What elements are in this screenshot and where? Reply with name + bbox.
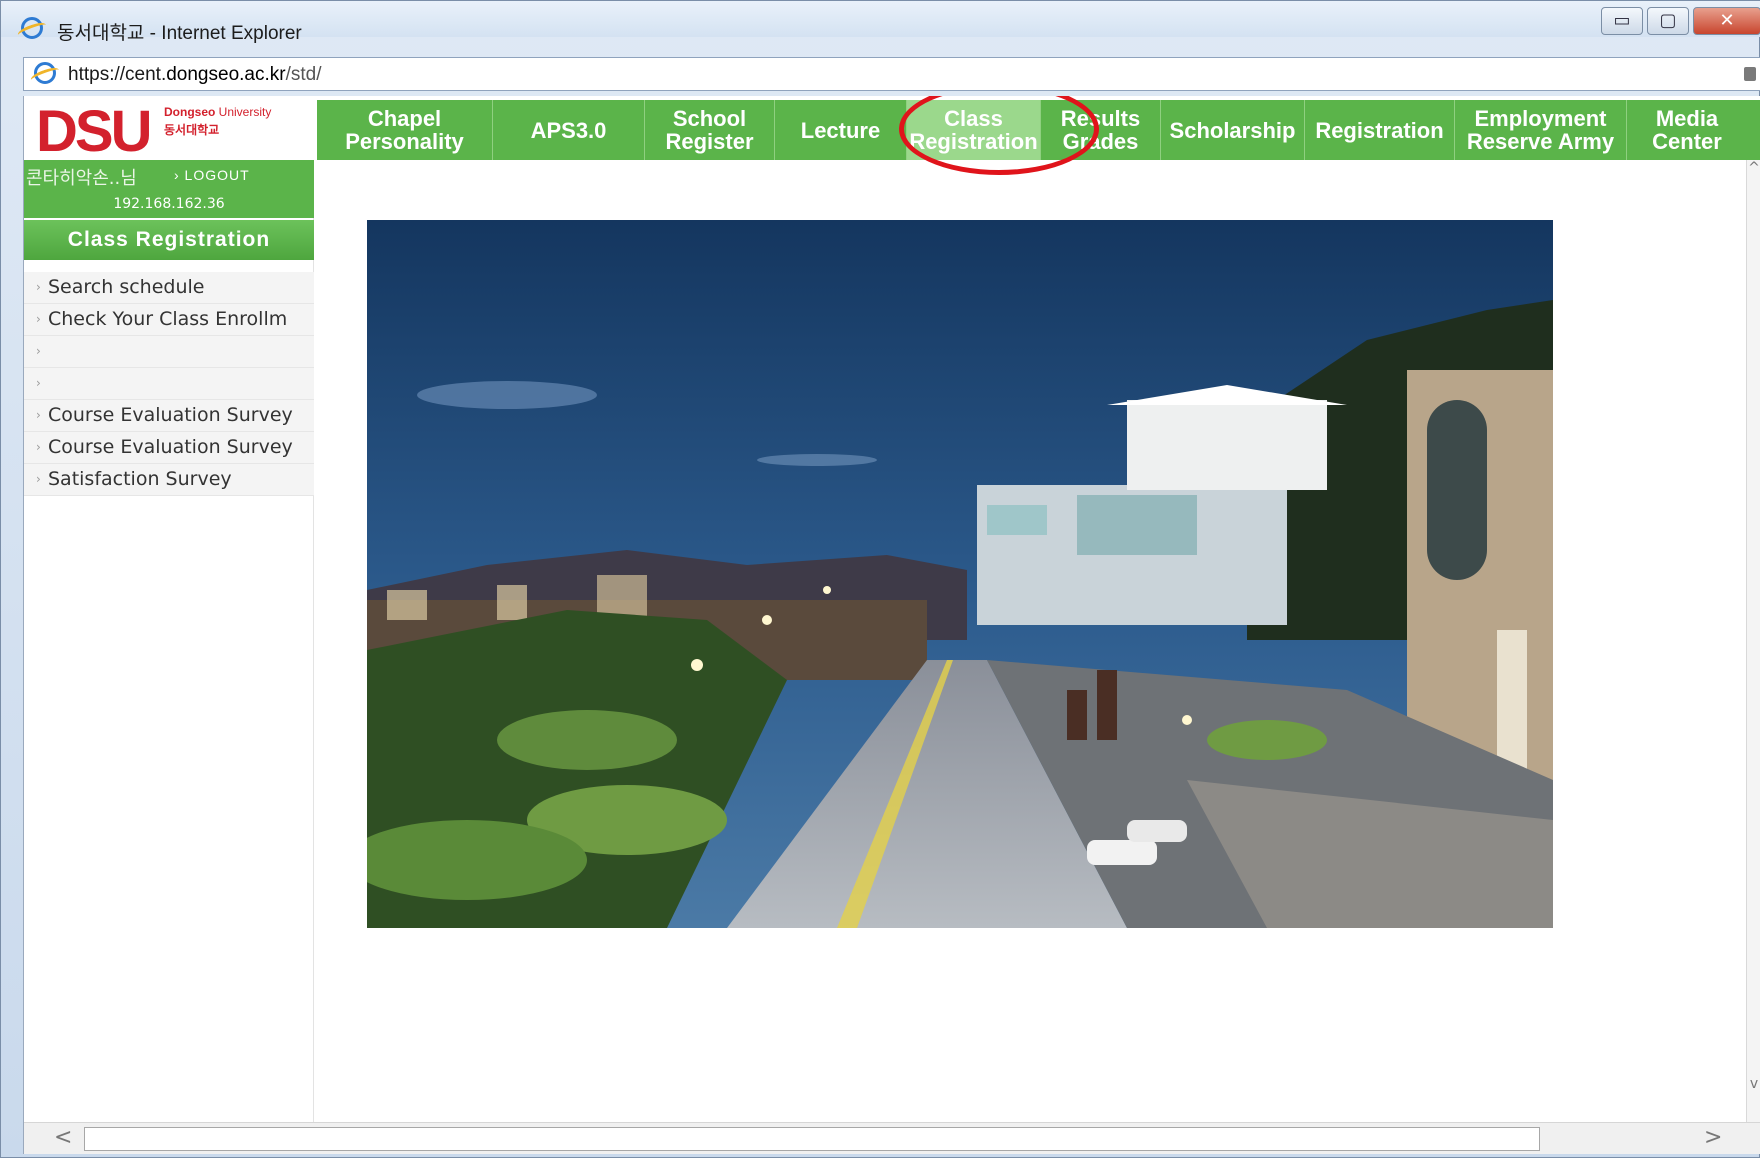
menu-label: Course Evaluation Survey [48,404,293,426]
ie-window: 동서대학교 - Internet Explorer ▭ ▢ ✕ https://… [0,0,1760,1158]
logout-button[interactable]: › LOGOUT [174,167,250,183]
scroll-down-arrow-icon[interactable]: v [1746,1076,1760,1096]
nav-label-line1: Class [944,106,1003,131]
nav-label-line1: Scholarship [1169,117,1296,143]
nav-results-grades[interactable]: Results Grades [1041,100,1161,160]
nav-label-line2: Register [665,129,754,154]
ip-address: 192.168.162.36 [24,190,314,218]
arrow-right-icon: › [36,440,41,454]
page-viewport: DSU Dongseo University 동서대학교 Chapel Perso… [23,96,1760,1154]
arrow-right-icon: › [36,312,41,326]
nav-scholarship[interactable]: Scholarship [1161,100,1305,160]
campus-night-illustration [367,220,1553,928]
menu-label: Check Your Class Enrollm [48,308,288,330]
menu-item-check-enrollment[interactable]: › Check Your Class Enrollm [24,304,314,336]
user-name: 콘타히악손..님 [26,168,137,189]
user-bar: 콘타히악손..님 › LOGOUT [24,160,314,190]
menu-item-course-evaluation-survey[interactable]: › Course Evaluation Survey [24,432,314,464]
nav-employment-reserve-army[interactable]: Employment Reserve Army [1455,100,1627,160]
horizontal-scroll-thumb[interactable] [84,1127,1540,1151]
menu-item-empty[interactable]: › [24,336,314,368]
logo-university-en: Dongseo University [164,105,271,119]
university-logo[interactable]: DSU Dongseo University 동서대학교 [24,96,314,164]
nav-registration[interactable]: Registration [1305,100,1455,160]
nav-class-registration[interactable]: Class Registration [907,100,1041,160]
scroll-up-arrow-icon[interactable]: ^ [1746,160,1760,180]
logo-university-kr: 동서대학교 [164,123,220,137]
nav-label-line1: School [672,106,747,131]
nav-label-line1: Media [1655,106,1719,131]
section-title: Class Registration [24,220,314,260]
nav-school-register[interactable]: School Register [645,100,775,160]
scroll-right-arrow-icon[interactable]: > [1704,1125,1722,1150]
menu-item-satisfaction-survey[interactable]: › Satisfaction Survey [24,464,314,496]
nav-aps[interactable]: APS3.0 [493,100,645,160]
arrow-right-icon: › [36,472,41,486]
nav-label-line2: Registration [909,129,1038,154]
url-scheme: https://cent. [68,64,167,85]
campus-photo [367,220,1553,928]
url-host: dongseo.ac.kr [166,64,286,85]
ie-logo-icon [21,17,43,39]
nav-lecture[interactable]: Lecture [775,100,907,160]
nav-label-line2: Personality [345,129,464,154]
arrow-right-icon: › [36,376,41,390]
close-button[interactable]: ✕ [1693,7,1760,35]
left-sidebar: 콘타히악손..님 › LOGOUT 192.168.162.36 Class R… [24,160,314,1154]
address-url[interactable]: https://cent.dongseo.ac.kr/std/ [68,64,322,86]
nav-label-line1: Employment [1474,106,1607,131]
menu-item-course-evaluation-survey[interactable]: › Course Evaluation Survey [24,400,314,432]
main-nav-bar: Chapel Personality APS3.0 School Register … [317,100,1760,160]
logo-dongseo-bold: Dongseo [164,105,216,119]
vertical-scrollbar[interactable] [1746,160,1760,1154]
nav-label-line1: Chapel [367,106,442,131]
nav-chapel-personality[interactable]: Chapel Personality [317,100,493,160]
nav-label-line1: Registration [1315,117,1444,143]
site-favicon-icon [34,62,56,84]
lock-icon[interactable] [1744,67,1756,81]
menu-label: Search schedule [48,276,205,298]
nav-media-center[interactable]: Media Center [1627,100,1747,160]
window-title: 동서대학교 - Internet Explorer [57,23,302,44]
menu-label: Satisfaction Survey [48,468,232,490]
sidebar-menu: › Search schedule › Check Your Class Enrol… [24,272,314,496]
horizontal-scrollbar[interactable]: < > [24,1122,1760,1154]
nav-label-line1: Results [1060,106,1141,131]
arrow-right-icon: › [36,344,41,358]
minimize-button[interactable]: ▭ [1601,7,1643,35]
logo-university-word: University [215,105,272,119]
title-bar: 동서대학교 - Internet Explorer ▭ ▢ ✕ [1,1,1760,44]
menu-item-search-schedule[interactable]: › Search schedule [24,272,314,304]
logo-dsu-text: DSU [36,99,152,164]
nav-label-line2: Grades [1062,129,1139,154]
nav-label-line1: Lecture [800,117,881,143]
nav-label-line2: Reserve Army [1466,129,1615,154]
menu-label: Course Evaluation Survey [48,436,293,458]
arrow-right-icon: › [36,280,41,294]
nav-label-line2: Center [1652,129,1722,154]
nav-label-line1: APS3.0 [530,117,607,143]
maximize-button[interactable]: ▢ [1647,7,1689,35]
url-path: /std/ [285,64,322,85]
address-bar[interactable]: https://cent.dongseo.ac.kr/std/ [23,57,1760,91]
arrow-right-icon: › [36,408,41,422]
top-navigation: DSU Dongseo University 동서대학교 Chapel Perso… [24,96,1760,175]
menu-item-empty[interactable]: › [24,368,314,400]
scroll-left-arrow-icon[interactable]: < [54,1125,72,1150]
